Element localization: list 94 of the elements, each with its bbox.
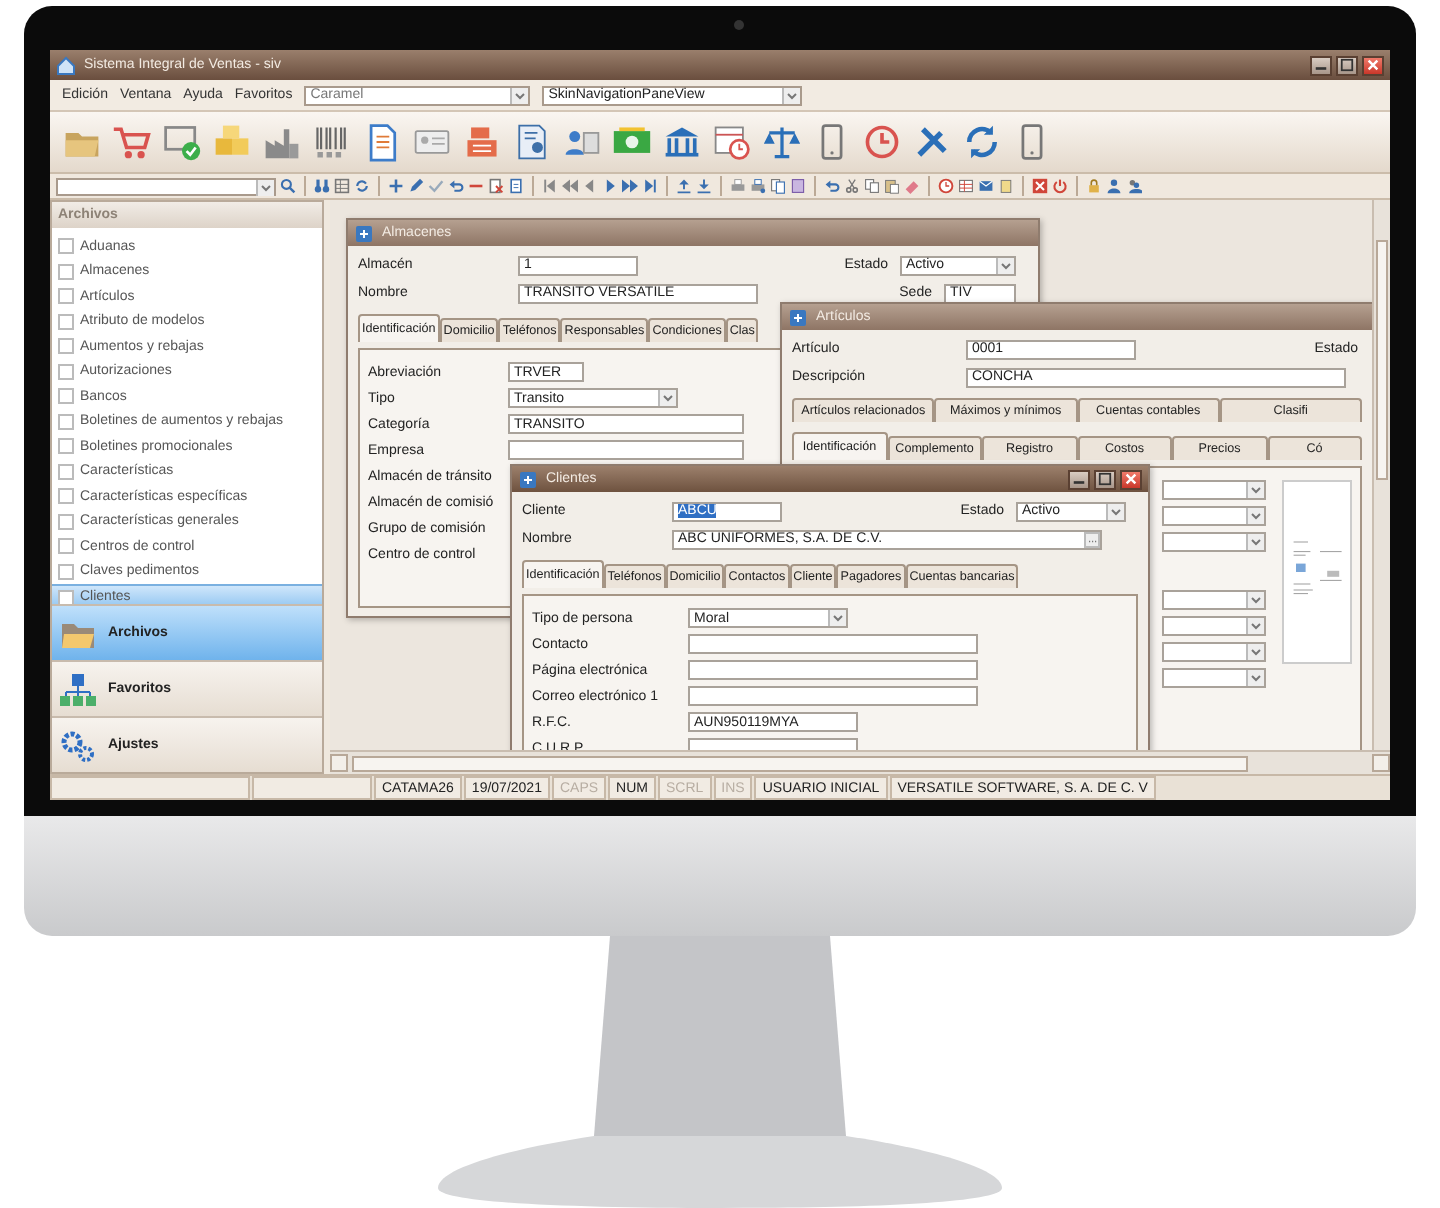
table-icon[interactable] [958,178,974,194]
check-icon[interactable] [428,178,444,194]
dropdown[interactable] [1162,616,1266,636]
clock-icon[interactable] [938,178,954,194]
dropdown-arrow-icon [1246,592,1264,608]
pages-icon[interactable] [770,178,786,194]
scroll-left-button[interactable] [330,754,348,772]
cart-icon[interactable] [112,122,152,162]
minimize-button[interactable] [1310,55,1332,75]
dropdown-arrow-icon [1246,508,1264,524]
dropdown-arrow-icon [1246,670,1264,686]
upload-icon[interactable] [676,178,692,194]
scrollbar-thumb[interactable] [352,755,1248,771]
horizontal-scrollbar[interactable] [330,750,1390,774]
delete-document-icon[interactable] [488,178,504,194]
app-icon [518,469,538,489]
text-field[interactable] [688,634,978,654]
pencil-icon[interactable] [408,178,424,194]
user-icon[interactable] [1106,178,1122,194]
gears-icon [60,729,96,761]
hierarchy-icon [60,673,96,705]
text-field[interactable] [688,660,978,680]
document-icon[interactable] [508,178,524,194]
dropdown-arrow-icon [828,610,846,626]
document-person-icon[interactable] [512,122,552,162]
dropdown[interactable] [1162,480,1266,500]
search-field[interactable] [56,177,276,195]
maximize-icon [1098,472,1112,486]
eraser-icon[interactable] [904,178,920,194]
clock-icon[interactable] [862,122,902,162]
last-icon[interactable] [642,178,658,194]
cash-register-icon[interactable] [462,122,502,162]
mail-icon[interactable] [978,178,994,194]
printer-icon[interactable] [730,178,746,194]
dropdown-arrow-icon [1246,534,1264,550]
undo-icon[interactable] [824,178,840,194]
dropdown-arrow-icon [1246,644,1264,660]
plus-icon[interactable] [388,178,404,194]
dropdown-arrow-icon [256,179,274,195]
fast-forward-icon[interactable] [622,178,638,194]
text-field[interactable] [688,686,978,706]
first-icon[interactable] [542,178,558,194]
close-button[interactable] [1120,469,1142,489]
app-icon [56,55,76,75]
dropdown[interactable] [1162,668,1266,688]
dropdown[interactable] [1162,506,1266,526]
binoculars-icon[interactable] [314,178,330,194]
refresh-icon[interactable] [962,122,1002,162]
next-icon[interactable] [602,178,618,194]
download-icon[interactable] [696,178,712,194]
calendar-clock-icon[interactable] [712,122,752,162]
dropdown-arrow-icon [510,87,529,103]
app-icon [788,307,808,327]
minimize-button[interactable] [1068,469,1090,489]
bank-icon[interactable] [662,122,702,162]
text-field[interactable] [508,440,744,460]
dropdown-arrow-icon [1106,503,1124,519]
certificate-icon[interactable] [162,122,202,162]
dropdown-arrow-icon [782,87,801,103]
power-icon[interactable] [1052,178,1068,194]
close-icon [1124,472,1138,486]
grid-icon[interactable] [334,178,350,194]
close-icon[interactable] [1032,178,1048,194]
search-icon[interactable] [280,178,296,194]
lock-icon[interactable] [1086,178,1102,194]
vertical-scrollbar[interactable] [1372,200,1390,750]
printer-icon[interactable] [750,178,766,194]
scrollbar-thumb[interactable] [1376,240,1388,480]
ellipsis-icon [1084,531,1100,547]
previous-icon[interactable] [582,178,598,194]
maximize-icon [1340,58,1354,72]
dropdown-arrow-icon [996,257,1014,273]
close-icon [1366,58,1380,72]
undo-icon[interactable] [448,178,464,194]
refresh-icon[interactable] [354,178,370,194]
dropdown-arrow-icon [658,390,676,406]
camera-icon [734,20,744,30]
maximize-button[interactable] [1094,469,1116,489]
rewind-icon[interactable] [562,178,578,194]
scroll-right-button[interactable] [1372,754,1390,772]
dropdown[interactable] [1162,642,1266,662]
users-icon[interactable] [1126,178,1142,194]
close-button[interactable] [1362,55,1384,75]
dropdown-arrow-icon [1246,482,1264,498]
copy-icon[interactable] [864,178,880,194]
dropdown-arrow-icon [1246,618,1264,634]
dropdown[interactable] [1162,590,1266,610]
cut-icon[interactable] [844,178,860,194]
scales-icon[interactable] [762,122,802,162]
barcode-icon[interactable] [312,122,352,162]
maximize-button[interactable] [1336,55,1358,75]
paste-icon[interactable] [884,178,900,194]
dropdown[interactable] [1162,532,1266,552]
app-icon [354,223,374,243]
